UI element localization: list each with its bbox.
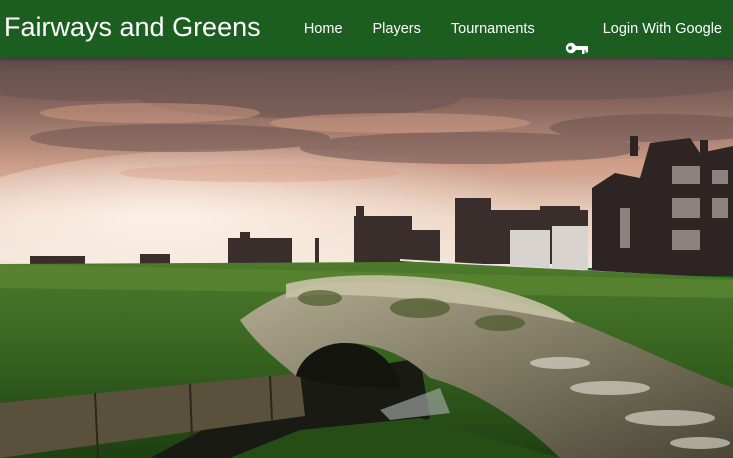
nav-tournaments-link[interactable]: Tournaments	[436, 0, 550, 58]
key-icon	[565, 22, 589, 54]
top-navbar: Fairways and Greens Home Players Tournam…	[0, 0, 733, 58]
nav-players-link[interactable]: Players	[358, 0, 436, 58]
login-label: Login With Google	[602, 21, 722, 37]
login-with-google-button[interactable]: Login With Google	[550, 0, 733, 58]
brand-title[interactable]: Fairways and Greens	[4, 11, 261, 43]
nav-links: Home Players Tournaments Login With Goog…	[289, 0, 733, 58]
hero-image-golf-course-bridge	[0, 58, 733, 458]
nav-home-link[interactable]: Home	[289, 0, 358, 58]
